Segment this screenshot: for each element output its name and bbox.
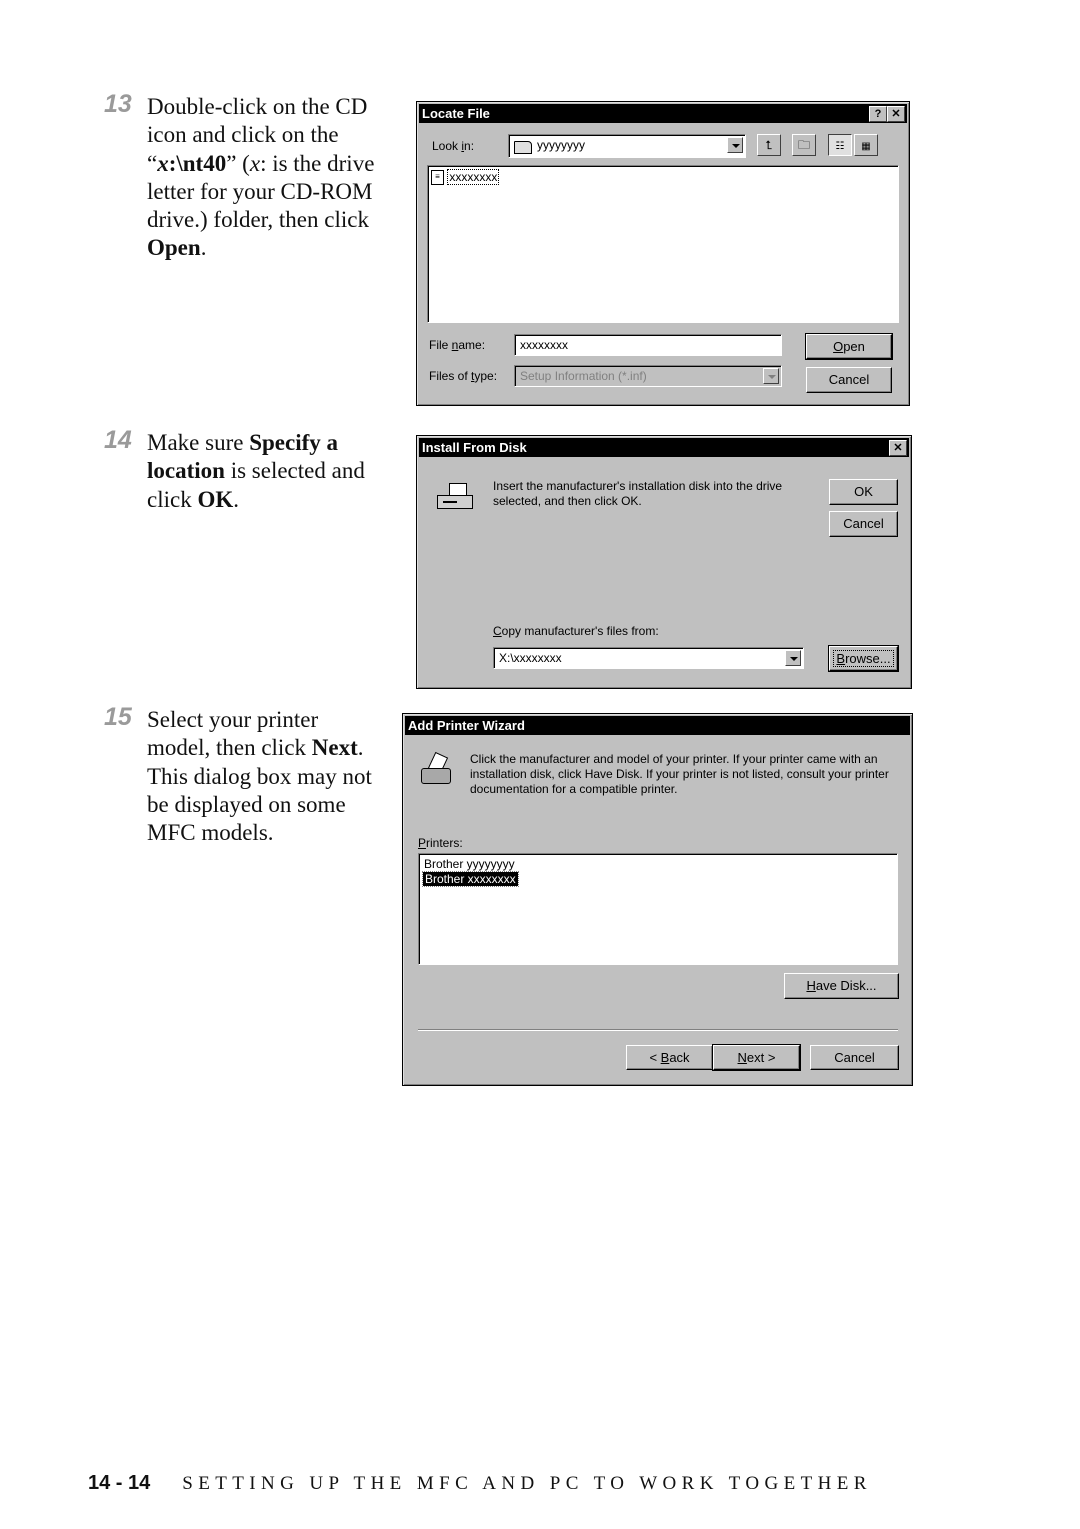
copy-from-label: Copy manufacturer's files from: bbox=[493, 624, 659, 638]
look-in-value: yyyyyyyy bbox=[537, 138, 585, 152]
locate-file-dialog: Locate File ? ✕ Look in: yyyyyyyy ⮤ 🗀 ☷ … bbox=[416, 101, 910, 406]
create-new-folder-icon: 🗀 bbox=[797, 138, 810, 152]
printers-list[interactable]: Brother yyyyyyyy Brother xxxxxxxx bbox=[418, 853, 898, 965]
dialog-title: Locate File bbox=[422, 106, 490, 121]
list-view-icon: ☷ bbox=[835, 141, 845, 152]
dialog-title: Install From Disk bbox=[422, 440, 527, 455]
up-one-level-icon: ⮤ bbox=[765, 138, 773, 152]
files-of-type-dropdown: Setup Information (*.inf) bbox=[514, 365, 782, 387]
file-name-input[interactable]: xxxxxxxx bbox=[514, 334, 782, 356]
look-in-label: Look in: bbox=[432, 139, 475, 153]
open-button[interactable]: Open bbox=[805, 333, 893, 360]
copy-from-combobox[interactable]: X:\xxxxxxxx bbox=[493, 647, 804, 669]
list-view-button[interactable]: ☷ bbox=[828, 134, 852, 156]
step-number: 15 bbox=[104, 703, 132, 731]
help-button[interactable]: ? bbox=[869, 106, 887, 122]
page-footer: 14 - 14 SETTING UP THE MFC AND PC TO WORK… bbox=[88, 1472, 872, 1495]
printer-list-item[interactable]: Brother yyyyyyyy bbox=[424, 856, 515, 872]
install-from-disk-dialog: Install From Disk ✕ Insert the manufactu… bbox=[416, 435, 912, 689]
cancel-button[interactable]: Cancel bbox=[829, 511, 898, 537]
folder-icon bbox=[514, 141, 532, 154]
cancel-button[interactable]: Cancel bbox=[810, 1045, 899, 1070]
instruction-message: Insert the manufacturer's installation d… bbox=[493, 479, 783, 508]
chapter-title: SETTING UP THE MFC AND PC TO WORK TOGETH… bbox=[182, 1473, 872, 1494]
step-number: 13 bbox=[104, 90, 132, 118]
disk-drive-icon bbox=[437, 483, 473, 511]
divider bbox=[418, 1029, 898, 1031]
details-view-icon: ▦ bbox=[861, 141, 871, 152]
dropdown-arrow-icon[interactable] bbox=[727, 137, 743, 153]
details-view-button[interactable]: ▦ bbox=[854, 134, 878, 156]
ok-button[interactable]: OK bbox=[829, 479, 898, 505]
files-of-type-label: Files of type: bbox=[429, 369, 498, 383]
step-text: Double-click on the CD icon and click on… bbox=[147, 94, 375, 261]
title-bar: Locate File ? ✕ bbox=[419, 104, 907, 123]
step-text: Make sure Specify a location is selected… bbox=[147, 430, 365, 512]
step-text: Select your printer model, then click Ne… bbox=[147, 707, 372, 846]
look-in-dropdown[interactable]: yyyyyyyy bbox=[508, 134, 746, 158]
add-printer-wizard-dialog: Add Printer Wizard Click the manufacture… bbox=[402, 713, 913, 1086]
file-item[interactable]: ≡ xxxxxxxx bbox=[431, 169, 500, 186]
next-button[interactable]: Next > bbox=[712, 1044, 801, 1071]
step-number: 14 bbox=[104, 426, 132, 454]
printers-label: Printers: bbox=[418, 836, 463, 850]
printer-icon bbox=[419, 751, 453, 788]
have-disk-button[interactable]: Have Disk... bbox=[784, 973, 899, 999]
instruction-message: Click the manufacturer and model of your… bbox=[470, 752, 889, 796]
file-name-label: File name: bbox=[429, 338, 486, 352]
file-list[interactable]: ≡ xxxxxxxx bbox=[427, 165, 899, 323]
dropdown-arrow-icon[interactable] bbox=[785, 650, 801, 666]
create-new-folder-button[interactable]: 🗀 bbox=[792, 134, 816, 156]
close-button[interactable]: ✕ bbox=[889, 440, 907, 456]
title-bar: Install From Disk ✕ bbox=[419, 438, 909, 457]
cancel-button[interactable]: Cancel bbox=[806, 367, 892, 393]
printer-list-item-selected[interactable]: Brother xxxxxxxx bbox=[422, 871, 519, 887]
dialog-title: Add Printer Wizard bbox=[408, 718, 525, 733]
back-button[interactable]: < Back bbox=[626, 1045, 713, 1070]
browse-button[interactable]: Browse... bbox=[828, 645, 899, 672]
up-one-level-button[interactable]: ⮤ bbox=[757, 134, 781, 156]
setup-file-icon: ≡ bbox=[431, 170, 444, 186]
close-button[interactable]: ✕ bbox=[887, 106, 905, 122]
dropdown-arrow-icon bbox=[763, 368, 779, 384]
page-number: 14 - 14 bbox=[88, 1472, 151, 1494]
title-bar: Add Printer Wizard bbox=[405, 716, 910, 735]
